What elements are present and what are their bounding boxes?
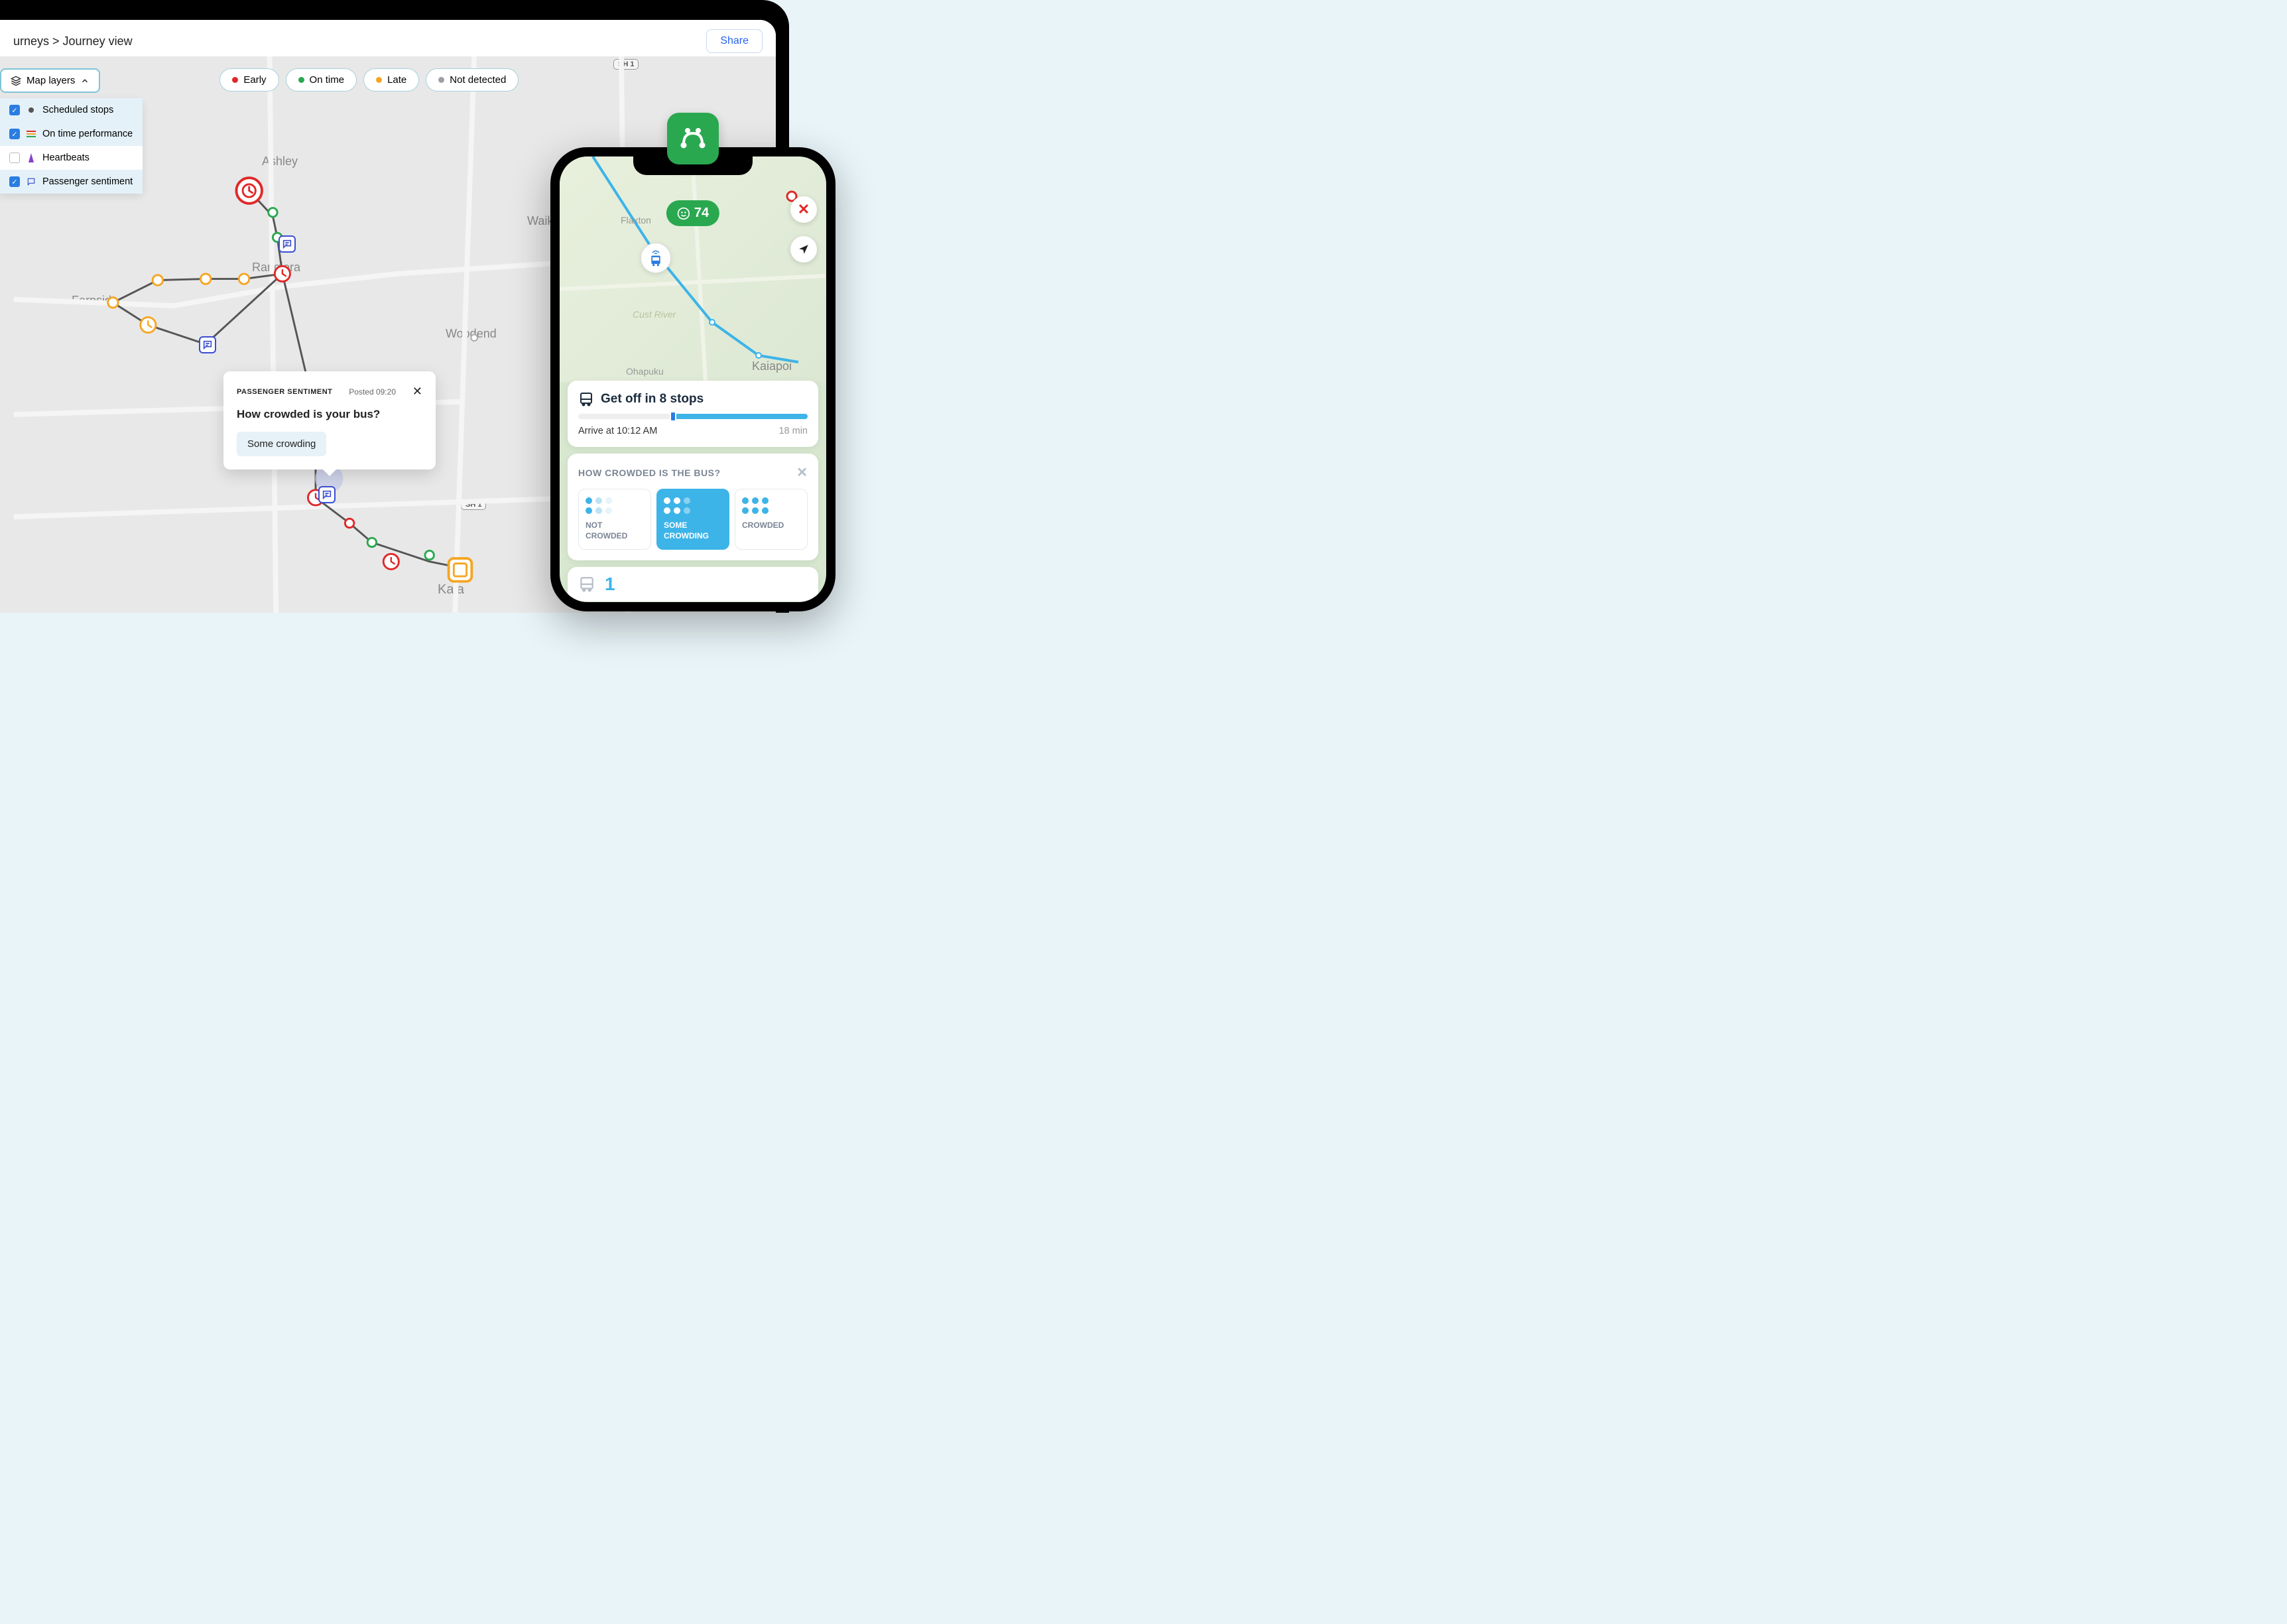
phone-locate-button[interactable] xyxy=(790,236,817,263)
map-place-label: Kaia xyxy=(438,582,464,597)
crowding-options: NOT CROWDED SOME CROWDING xyxy=(578,489,808,550)
phone-screen: Flaxton Cust River Ohapuku Kaiapoi 74 ✕ … xyxy=(560,156,826,602)
route-number: 1 xyxy=(605,574,615,595)
map-controls: Map layers Scheduled stops xyxy=(0,68,519,93)
layer-label: Passenger sentiment xyxy=(42,176,133,187)
progress-fill xyxy=(670,414,808,419)
progress-handle xyxy=(670,411,676,422)
checkbox-icon xyxy=(9,129,20,139)
score-pill[interactable]: 74 xyxy=(666,200,719,226)
dot-icon xyxy=(438,77,444,83)
map-place-label: Fernside xyxy=(72,294,118,308)
map-layers-dropdown: Scheduled stops On time performance xyxy=(0,98,143,194)
legend-on-time[interactable]: On time xyxy=(286,68,357,92)
app-icon xyxy=(667,113,719,164)
dot-icon xyxy=(232,77,238,83)
layer-label: On time performance xyxy=(42,129,133,139)
x-icon: ✕ xyxy=(798,201,810,218)
layer-option-heartbeats[interactable]: Heartbeats xyxy=(0,146,143,170)
crowd-option-label: NOT CROWDED xyxy=(586,521,644,541)
map-place-label: Rangiora xyxy=(252,261,300,275)
comment-marker-icon[interactable] xyxy=(199,336,216,353)
crowding-close-icon[interactable]: ✕ xyxy=(796,464,808,481)
crowding-title: HOW CROWDED IS THE BUS? xyxy=(578,468,721,478)
dot-icon xyxy=(298,77,304,83)
map-place-label: Ashley xyxy=(262,155,298,168)
legend-early[interactable]: Early xyxy=(219,68,278,92)
journey-card: Get off in 8 stops Arrive at 10:12 AM 18… xyxy=(568,381,818,447)
comment-marker-icon[interactable] xyxy=(278,235,296,253)
popup-timestamp: Posted 09:20 xyxy=(349,387,396,397)
bus-outline-icon xyxy=(578,576,595,593)
comment-marker-icon[interactable] xyxy=(318,486,336,503)
bus-location-marker[interactable] xyxy=(641,243,671,273)
map-layers-label: Map layers xyxy=(27,75,75,86)
remaining-mins: 18 min xyxy=(778,426,808,436)
crowding-option-not-crowded[interactable]: NOT CROWDED xyxy=(578,489,651,550)
comment-icon xyxy=(27,177,36,186)
checkbox-icon xyxy=(9,176,20,187)
road-badge: SH 1 xyxy=(461,499,486,510)
phone-close-button[interactable]: ✕ xyxy=(790,196,817,223)
legend-not-detected[interactable]: Not detected xyxy=(426,68,519,92)
layer-option-otp[interactable]: On time performance xyxy=(0,122,143,146)
map-place-label: Waik xyxy=(527,214,553,228)
map-place-label: Woodend xyxy=(446,327,497,341)
score-value: 74 xyxy=(694,206,709,221)
popup-answer-chip: Some crowding xyxy=(237,432,326,456)
journey-progress[interactable] xyxy=(578,414,808,419)
legend-label: Late xyxy=(387,74,406,86)
crowd-option-label: SOME CROWDING xyxy=(664,521,722,541)
checkbox-icon xyxy=(9,105,20,115)
crowding-card: HOW CROWDED IS THE BUS? ✕ NOT CROWDED xyxy=(568,454,818,560)
phone-frame: Flaxton Cust River Ohapuku Kaiapoi 74 ✕ … xyxy=(550,147,835,611)
bus-icon xyxy=(649,254,663,267)
otp-lines-icon xyxy=(27,129,36,139)
journey-title: Get off in 8 stops xyxy=(601,392,704,406)
crowd-option-label: CROWDED xyxy=(742,521,800,531)
close-icon[interactable]: ✕ xyxy=(412,385,422,399)
location-arrow-icon xyxy=(798,243,810,255)
crowd-dots-icon xyxy=(586,497,644,514)
phone-cards: Get off in 8 stops Arrive at 10:12 AM 18… xyxy=(568,381,818,601)
legend-label: Not detected xyxy=(450,74,506,86)
crowd-dots-icon xyxy=(664,497,722,514)
map-layers-button[interactable]: Map layers xyxy=(0,68,100,93)
chevron-up-icon xyxy=(80,76,90,86)
heartbeat-icon xyxy=(27,153,36,162)
layer-label: Heartbeats xyxy=(42,153,90,163)
layers-icon xyxy=(11,76,21,86)
phone-map-place: Cust River xyxy=(633,309,676,320)
wifi-icon xyxy=(651,249,660,254)
phone-map-place: Kaiapoi xyxy=(752,359,792,373)
layer-label: Scheduled stops xyxy=(42,105,113,115)
layer-option-sentiment[interactable]: Passenger sentiment xyxy=(0,170,143,194)
share-button[interactable]: Share xyxy=(706,29,763,53)
legend-label: On time xyxy=(310,74,345,86)
crowd-dots-icon xyxy=(742,497,800,514)
popup-question: How crowded is your bus? xyxy=(237,408,422,421)
breadcrumb[interactable]: urneys > Journey view xyxy=(13,34,133,48)
legend: Early On time Late Not detected xyxy=(219,68,519,92)
phone-map-place: Ohapuku xyxy=(626,366,664,377)
phone-map[interactable]: Flaxton Cust River Ohapuku Kaiapoi 74 ✕ xyxy=(560,156,826,382)
stop-dot-icon xyxy=(27,105,36,115)
crowding-option-some[interactable]: SOME CROWDING xyxy=(656,489,729,550)
legend-late[interactable]: Late xyxy=(363,68,419,92)
popup-title: PASSENGER SENTIMENT xyxy=(237,388,332,396)
dot-icon xyxy=(376,77,382,83)
next-stop-card: 1 xyxy=(568,567,818,601)
sentiment-popup: PASSENGER SENTIMENT Posted 09:20 ✕ How c… xyxy=(223,371,436,469)
bus-outline-icon xyxy=(578,391,594,407)
checkbox-icon xyxy=(9,153,20,163)
crowding-option-crowded[interactable]: CROWDED xyxy=(735,489,808,550)
legend-label: Early xyxy=(243,74,266,86)
phone-map-place: Flaxton xyxy=(621,215,651,225)
layer-option-scheduled-stops[interactable]: Scheduled stops xyxy=(0,98,143,122)
road-badge: SH 1 xyxy=(613,59,639,70)
arrival-time: Arrive at 10:12 AM xyxy=(578,426,657,436)
smile-icon xyxy=(677,207,690,220)
